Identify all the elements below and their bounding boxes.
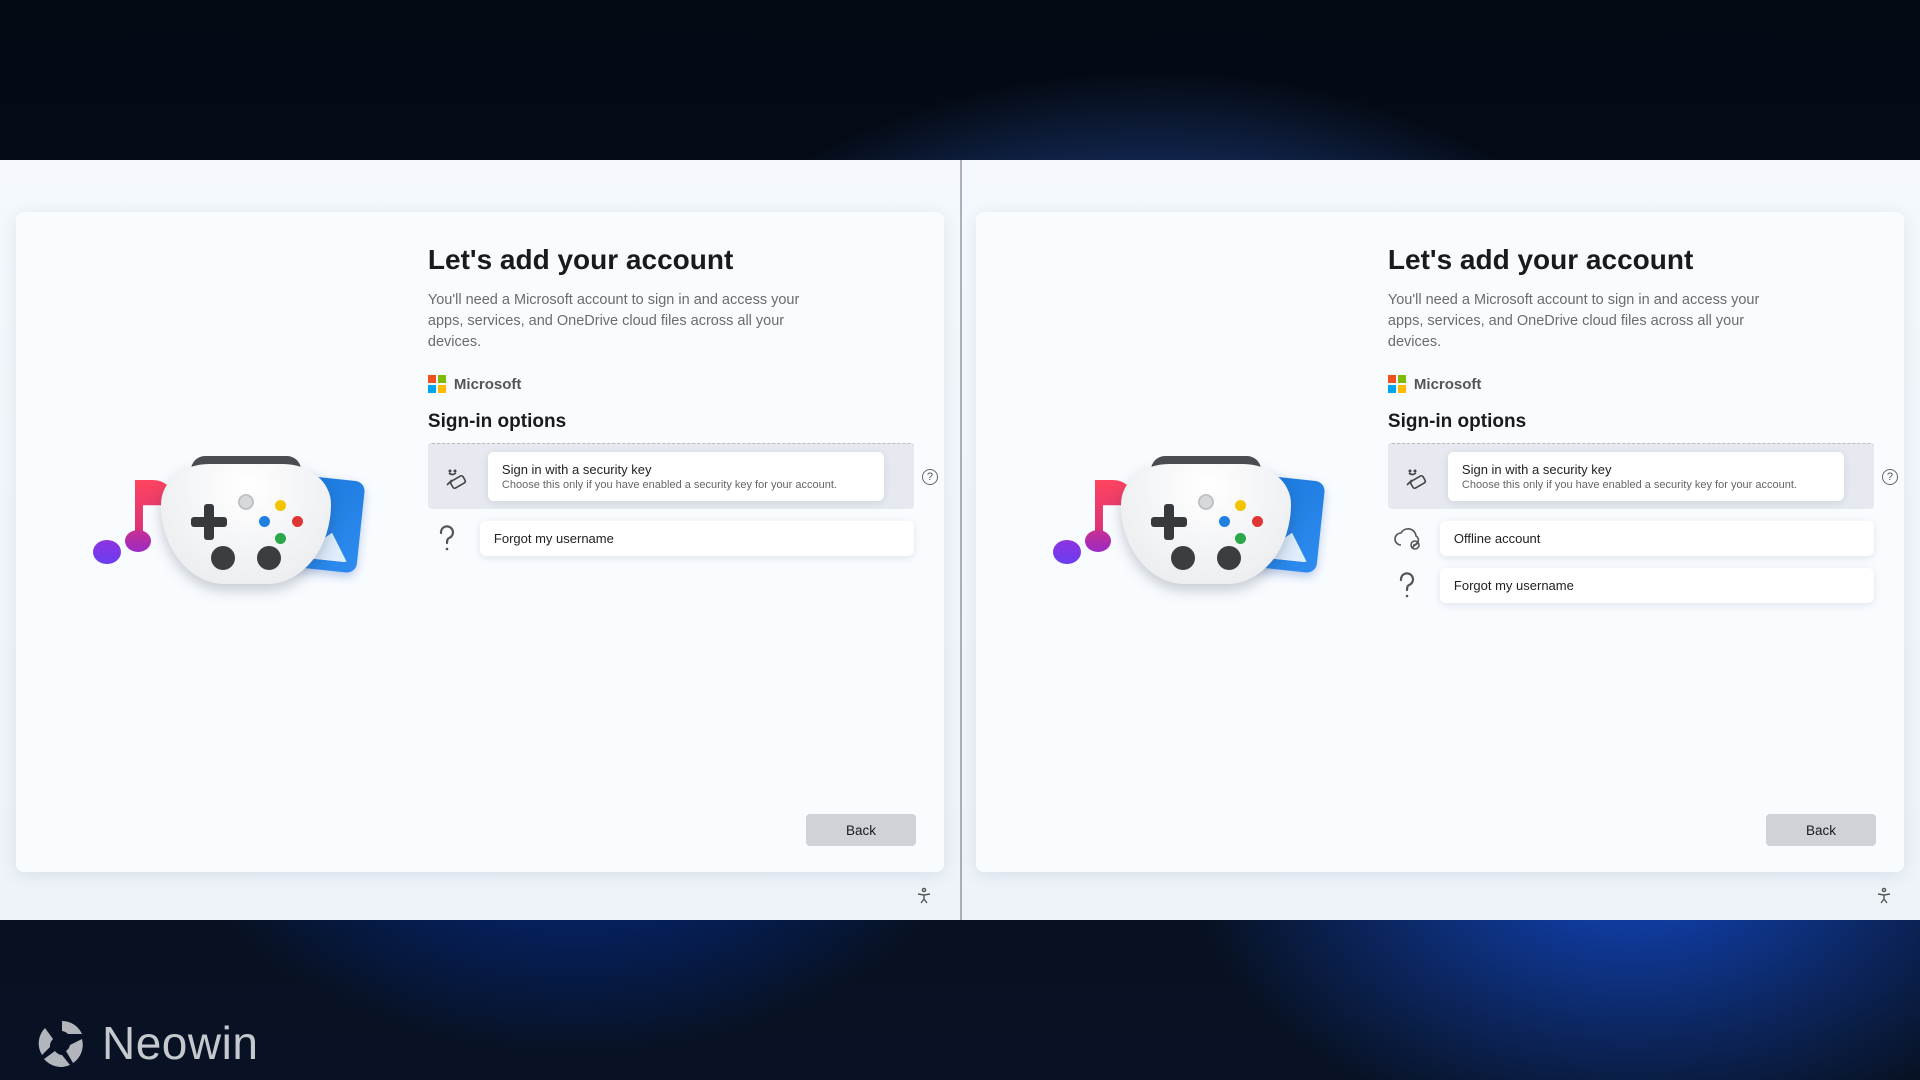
option-forgot-username[interactable]: Forgot my username [428,521,914,556]
option-forgot-username[interactable]: Forgot my username [1388,568,1874,603]
option-title: Offline account [1454,531,1860,546]
back-button[interactable]: Back [806,814,916,846]
cloud-offline-icon [1388,527,1426,551]
question-mark-icon [428,525,466,553]
page-description: You'll need a Microsoft account to sign … [428,290,808,353]
option-forgot-card[interactable]: Forgot my username [1440,568,1874,603]
microsoft-brand: Microsoft [428,375,914,393]
illustration-area [46,234,428,850]
back-button[interactable]: Back [1766,814,1876,846]
option-desc: Choose this only if you have enabled a s… [502,479,870,491]
signin-options-heading: Sign-in options [1388,411,1874,433]
neowin-logo-icon [36,1017,88,1069]
option-forgot-card[interactable]: Forgot my username [480,521,914,556]
option-title: Forgot my username [1454,578,1860,593]
microsoft-brand: Microsoft [1388,375,1874,393]
help-icon[interactable]: ? [1882,469,1898,485]
oobe-screen-left: Let's add your account You'll need a Mic… [0,160,960,920]
option-security-key-card[interactable]: Sign in with a security key Choose this … [488,452,884,501]
option-offline-card[interactable]: Offline account [1440,521,1874,556]
option-security-key[interactable]: Sign in with a security key Choose this … [428,443,914,509]
option-security-key-card[interactable]: Sign in with a security key Choose this … [1448,452,1844,501]
help-icon[interactable]: ? [922,469,938,485]
option-security-key[interactable]: Sign in with a security key Choose this … [1388,443,1874,509]
page-title: Let's add your account [1388,244,1874,276]
security-key-icon [1396,463,1434,491]
microsoft-logo-icon [428,375,446,393]
content-panel: Let's add your account You'll need a Mic… [976,212,1904,872]
comparison-divider [960,160,962,920]
accessibility-icon[interactable] [914,886,934,906]
illustration-area [1006,234,1388,850]
option-offline-account[interactable]: Offline account [1388,521,1874,556]
comparison-stage: Let's add your account You'll need a Mic… [0,160,1920,920]
game-controller-icon [161,464,331,584]
page-description: You'll need a Microsoft account to sign … [1388,290,1768,353]
microsoft-label: Microsoft [1414,376,1482,393]
page-title: Let's add your account [428,244,914,276]
game-controller-icon [1121,464,1291,584]
question-mark-icon [1388,572,1426,600]
microsoft-logo-icon [1388,375,1406,393]
microsoft-label: Microsoft [454,376,522,393]
neowin-watermark: Neowin [36,1016,258,1070]
content-panel: Let's add your account You'll need a Mic… [16,212,944,872]
option-title: Sign in with a security key [1462,462,1830,477]
accessibility-icon[interactable] [1874,886,1894,906]
signin-options-heading: Sign-in options [428,411,914,433]
account-hero-illustration [1057,452,1337,632]
oobe-screen-right: Let's add your account You'll need a Mic… [960,160,1920,920]
neowin-text: Neowin [102,1016,258,1070]
option-desc: Choose this only if you have enabled a s… [1462,479,1830,491]
option-title: Forgot my username [494,531,900,546]
security-key-icon [436,463,474,491]
account-hero-illustration [97,452,377,632]
option-title: Sign in with a security key [502,462,870,477]
